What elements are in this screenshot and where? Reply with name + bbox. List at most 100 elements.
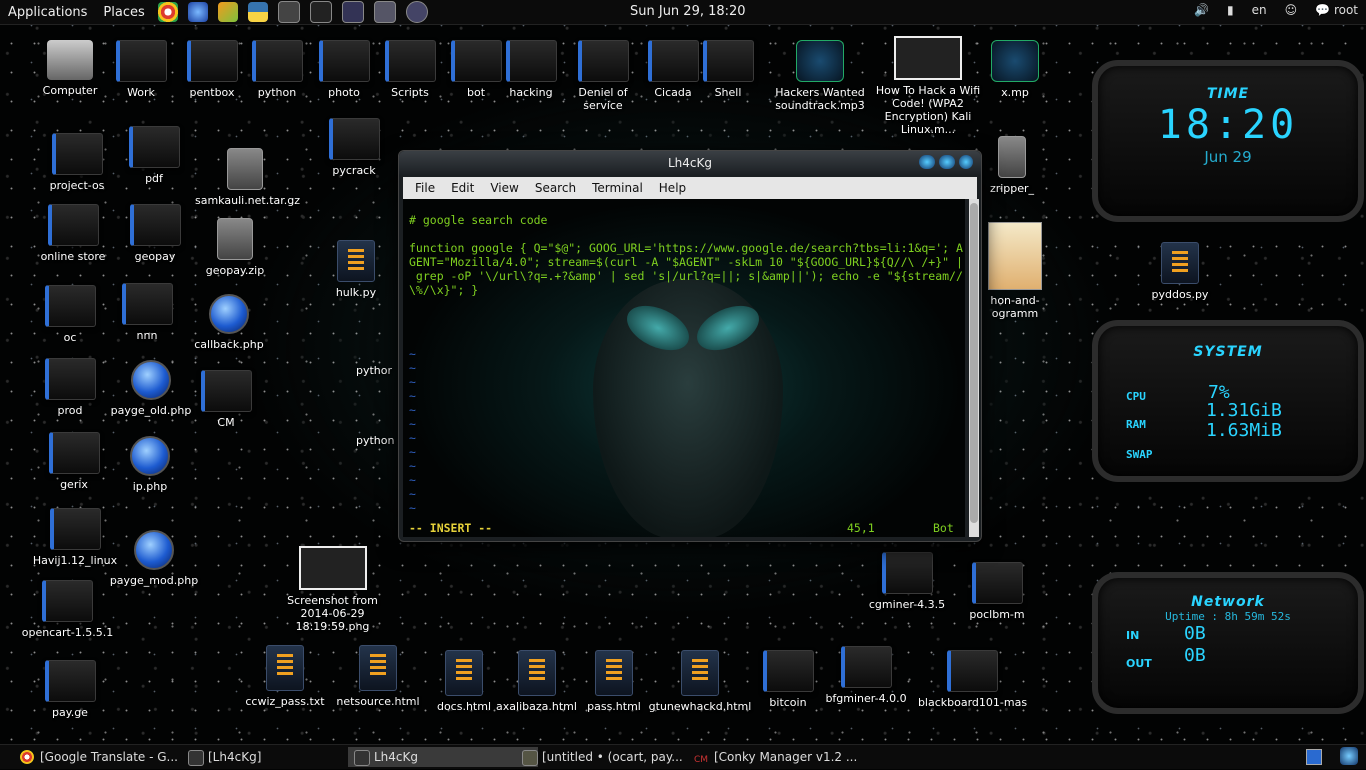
desktop-icon-blackboard[interactable]: blackboard101-mas: [915, 650, 1030, 709]
menu-search[interactable]: Search: [527, 181, 584, 195]
folder-icon: [48, 432, 100, 474]
conky-time-value: 18:20: [1157, 102, 1299, 148]
workspace-switcher[interactable]: [1306, 749, 1322, 765]
folder-icon: [186, 40, 238, 82]
conky-system-widget: SYSTEM CPU 7% RAM 1.31GiB SWAP 1.63MiB: [1092, 320, 1364, 482]
terminal-titlebar[interactable]: Lh4cKg: [399, 151, 981, 175]
keyboard-layout[interactable]: en: [1252, 3, 1267, 17]
code-line: \%/\x}"; }: [409, 283, 479, 297]
task-lh4ckg-active[interactable]: Lh4cKg: [348, 747, 538, 767]
desktop-icon-cm[interactable]: CM: [181, 370, 271, 429]
menu-edit[interactable]: Edit: [443, 181, 482, 195]
empty-line-marker: ~: [409, 361, 416, 375]
minimize-button[interactable]: [919, 155, 935, 169]
empty-line-marker: ~: [409, 347, 416, 361]
screenshot-icon[interactable]: [405, 1, 428, 23]
terminal-icon: [188, 750, 204, 766]
desktop-icon-shell[interactable]: Shell: [683, 40, 773, 99]
desktop-icon-geopay-zip[interactable]: geopay.zip: [190, 218, 280, 277]
desktop-icon-callback-php[interactable]: callback.php: [184, 294, 274, 351]
close-button[interactable]: [959, 155, 973, 169]
archive-icon: [998, 136, 1026, 178]
chrome-icon[interactable]: [157, 2, 178, 22]
task-label: [Conky Manager v1.2 ...: [714, 750, 858, 764]
desktop-icon-ip-php[interactable]: ip.php: [105, 436, 195, 493]
desktop-icon-zripper[interactable]: zripper_: [982, 136, 1042, 195]
task-label: Lh4cKg: [374, 750, 419, 764]
icon-label: cgminer-4.3.5: [868, 598, 946, 611]
terminal-output[interactable]: # google search code function google { Q…: [403, 199, 965, 537]
conky-time-widget: TIME 18:20 Jun 29: [1092, 60, 1364, 222]
task-conky-manager[interactable]: CM [Conky Manager v1.2 ...: [688, 747, 884, 767]
desktop-icon-payge-mod[interactable]: payge_mod.php: [104, 530, 204, 587]
vim-mode: -- INSERT --: [409, 521, 493, 535]
icon-label: x.mp: [1001, 86, 1029, 99]
applications-menu[interactable]: Applications: [0, 5, 95, 20]
folder-icon: [384, 40, 436, 82]
desktop-icon-poclbm[interactable]: poclbm-m: [962, 562, 1032, 621]
desktop-icon-nnn[interactable]: nnn: [102, 283, 192, 342]
folder-icon: [577, 40, 629, 82]
desktop-icon-pycrack[interactable]: pycrack: [309, 118, 399, 177]
task-google-translate[interactable]: [Google Translate - G...: [14, 747, 206, 767]
desktop-icon-python-book[interactable]: hon-and-ogramm: [982, 222, 1048, 320]
menu-terminal[interactable]: Terminal: [584, 181, 651, 195]
icon-label: bfgminer-4.0.0: [825, 692, 907, 705]
scroll-position: Bot: [933, 521, 954, 535]
desktop-icon-screenshot[interactable]: Screenshot from 2014-06-29 18:19:59.png: [270, 546, 395, 633]
desktop-icon-pay-ge[interactable]: pay.ge: [25, 660, 115, 719]
folder-icon: [947, 650, 998, 692]
desktop-icon-gtunewhackd[interactable]: gtunewhackd.html: [645, 650, 755, 713]
menu-file[interactable]: File: [407, 181, 443, 195]
camera-icon[interactable]: [373, 1, 396, 23]
desktop-icon-python-2[interactable]: python: [356, 434, 396, 447]
desktop-icon-pdf[interactable]: pdf: [109, 126, 199, 185]
icon-label: Work: [127, 86, 155, 99]
desktop-icon-pyddos[interactable]: pyddos.py: [1135, 242, 1225, 301]
folder-icon: [42, 580, 93, 622]
desktop-icon-wifi-video[interactable]: How To Hack a Wifi Code! (WPA2 Encryptio…: [868, 36, 988, 136]
clock[interactable]: Sun Jun 29, 18:20: [630, 4, 746, 19]
maximize-button[interactable]: [939, 155, 955, 169]
volume-icon[interactable]: 🔊: [1194, 3, 1209, 17]
desktop-icon-xmp[interactable]: x.mp: [985, 40, 1045, 99]
desktop-icon-bitcoin[interactable]: bitcoin: [743, 650, 833, 709]
python-icon[interactable]: [247, 2, 268, 22]
terminal-window[interactable]: Lh4cKg File Edit View Search Terminal He…: [398, 150, 982, 542]
trash-icon[interactable]: [1340, 747, 1358, 765]
icon-label: axalibaza.html: [496, 700, 577, 713]
folder-icon: [115, 40, 167, 82]
script-file-icon: [1161, 242, 1199, 284]
task-lh4ckg-minimized[interactable]: [Lh4cKg]: [182, 747, 368, 767]
desktop-icon-ccwiz[interactable]: ccwiz_pass.txt: [240, 645, 330, 708]
network-icon[interactable]: ▮: [1227, 3, 1234, 17]
desktop-icon-prod[interactable]: prod: [25, 358, 115, 417]
icon-label: zripper_: [989, 182, 1035, 195]
user-icon[interactable]: ☺: [1285, 3, 1298, 17]
menu-view[interactable]: View: [482, 181, 526, 195]
desktop-icon-netsource[interactable]: netsource.html: [333, 645, 423, 708]
scrollbar-thumb[interactable]: [970, 203, 978, 523]
pencil-icon[interactable]: [217, 2, 238, 22]
menu-help[interactable]: Help: [651, 181, 694, 195]
task-untitled-editor[interactable]: [untitled • (ocart, pay...: [516, 747, 712, 767]
desktop-icon-opencart[interactable]: opencart-1.5.5.1: [20, 580, 115, 639]
icon-label: pentbox: [189, 86, 235, 99]
empty-line-marker: ~: [409, 487, 416, 501]
desktop-icon-hulk-py[interactable]: hulk.py: [311, 240, 401, 299]
globe-icon[interactable]: [187, 2, 208, 22]
desktop-icon-geopay[interactable]: geopay: [110, 204, 200, 263]
places-menu[interactable]: Places: [95, 5, 152, 20]
desktop-icon-cgminer[interactable]: cgminer-4.3.5: [862, 552, 952, 611]
desktop-icon-pythor[interactable]: pythor: [356, 364, 396, 377]
folder-icon: [505, 40, 557, 82]
desktop-icon-online-store[interactable]: online store: [28, 204, 118, 263]
sublime-icon[interactable]: [277, 1, 300, 23]
terminal-icon[interactable]: [309, 1, 332, 23]
desktop-icon-samkauli[interactable]: samkauli.net.tar.gz: [195, 148, 300, 207]
terminal-icon: [354, 750, 370, 766]
desktop-icon-hackers-wanted[interactable]: Hackers Wanted soundtrack.mp3: [775, 40, 865, 112]
user-menu[interactable]: 💬 root: [1315, 3, 1358, 17]
desktop-icon-bfgminer[interactable]: bfgminer-4.0.0: [821, 646, 911, 705]
monitor-icon[interactable]: [341, 1, 364, 23]
